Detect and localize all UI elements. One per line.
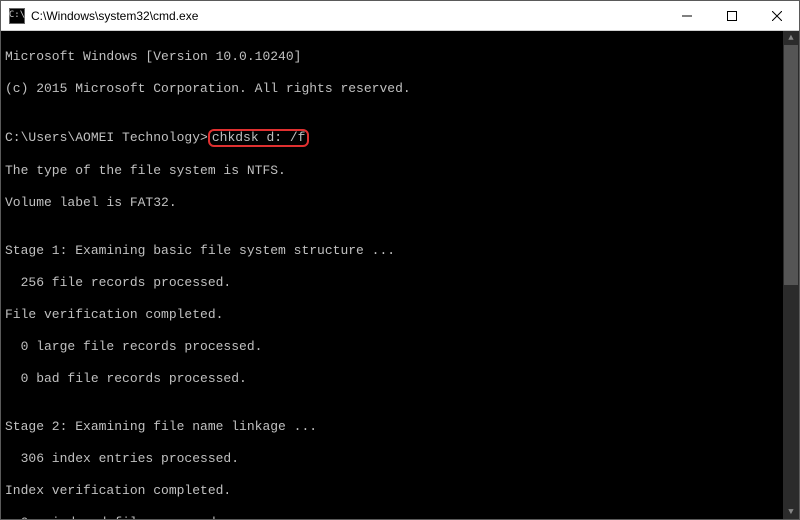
output-line: (c) 2015 Microsoft Corporation. All righ… [5, 81, 795, 97]
scroll-up-icon[interactable]: ▲ [783, 31, 799, 45]
output-line: File verification completed. [5, 307, 795, 323]
output-line: Index verification completed. [5, 483, 795, 499]
prompt-line: C:\Users\AOMEI Technology>chkdsk d: /f [5, 129, 795, 147]
minimize-button[interactable] [664, 1, 709, 30]
scroll-down-icon[interactable]: ▼ [783, 505, 799, 519]
output-line: Stage 2: Examining file name linkage ... [5, 419, 795, 435]
close-button[interactable] [754, 1, 799, 30]
command-highlight: chkdsk d: /f [208, 129, 310, 147]
terminal-output[interactable]: Microsoft Windows [Version 10.0.10240] (… [1, 31, 799, 519]
output-line: 0 bad file records processed. [5, 371, 795, 387]
output-line: 0 large file records processed. [5, 339, 795, 355]
output-line: The type of the file system is NTFS. [5, 163, 795, 179]
output-line: Volume label is FAT32. [5, 195, 795, 211]
scroll-thumb[interactable] [784, 45, 798, 285]
output-line: 306 index entries processed. [5, 451, 795, 467]
maximize-button[interactable] [709, 1, 754, 30]
titlebar[interactable]: C:\ C:\Windows\system32\cmd.exe [1, 1, 799, 31]
window-controls [664, 1, 799, 30]
output-line: 256 file records processed. [5, 275, 795, 291]
prompt-prefix: C:\Users\AOMEI Technology> [5, 130, 208, 145]
cmd-window: C:\ C:\Windows\system32\cmd.exe Microsof… [0, 0, 800, 520]
output-line: Microsoft Windows [Version 10.0.10240] [5, 49, 795, 65]
output-line: 0 unindexed files scanned. [5, 515, 795, 519]
output-line: Stage 1: Examining basic file system str… [5, 243, 795, 259]
window-title: C:\Windows\system32\cmd.exe [31, 9, 664, 23]
scrollbar[interactable]: ▲ ▼ [783, 31, 799, 519]
app-icon: C:\ [9, 8, 25, 24]
